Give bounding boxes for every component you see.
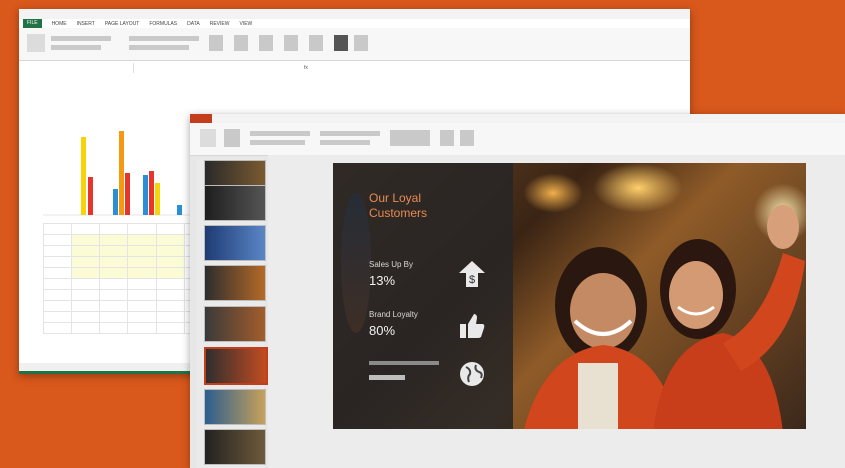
table-row [42, 278, 214, 290]
stat-label-loyalty: Brand Loyalty [369, 310, 418, 319]
wrap-merge-buttons[interactable] [129, 45, 189, 50]
format-table-icon[interactable] [259, 35, 273, 51]
column-chart[interactable] [43, 127, 213, 217]
stat-label-global [369, 361, 439, 365]
cell-styles-icon[interactable] [284, 35, 298, 51]
shapes-gallery[interactable] [390, 130, 430, 146]
slide-thumbnail[interactable] [204, 225, 266, 261]
chart-bar [113, 189, 118, 215]
table-row [42, 300, 214, 312]
thumbs-up-icon [460, 314, 485, 338]
chart-bar [88, 177, 93, 215]
excel-titlebar [19, 9, 690, 19]
name-box[interactable] [23, 63, 134, 73]
arrange-icon[interactable] [440, 130, 454, 146]
globe-icon [460, 362, 484, 386]
stat-value-global [369, 375, 405, 380]
slide-thumbnail[interactable] [204, 306, 266, 342]
data-table[interactable] [42, 223, 214, 334]
stat-value-loyalty: 80% [369, 323, 396, 338]
stat-label-sales: Sales Up By [369, 260, 414, 269]
chart-bar [81, 137, 86, 215]
powerpoint-window[interactable]: Our Loyal Customers Sales Up By 13% $ Br… [190, 114, 845, 468]
paragraph-buttons[interactable] [320, 131, 380, 136]
table-row [42, 256, 214, 268]
chart-bar [119, 131, 124, 215]
font-format-buttons[interactable] [51, 45, 101, 50]
slide-thumbnail[interactable] [204, 429, 266, 465]
excel-tab-page-layout[interactable]: PAGE LAYOUT [105, 21, 140, 27]
slide-title-line2: Customers [369, 206, 428, 220]
chart-bar [177, 205, 182, 215]
excel-tab-formulas[interactable]: FORMULAS [149, 21, 177, 27]
slide-thumbnail[interactable] [204, 389, 266, 425]
slide[interactable]: Our Loyal Customers Sales Up By 13% $ Br… [333, 163, 806, 429]
ppt-titlebar [190, 114, 845, 123]
svg-text:$: $ [469, 274, 475, 286]
paste-icon[interactable] [27, 34, 45, 52]
excel-ribbon[interactable] [19, 28, 690, 61]
table-row [42, 267, 214, 279]
alignment-buttons[interactable] [320, 140, 370, 145]
font-name-select[interactable] [51, 36, 111, 41]
excel-ribbon-tabs: FILE HOME INSERT PAGE LAYOUT FORMULAS DA… [19, 19, 690, 28]
slide-thumbnail-selected[interactable] [204, 347, 268, 385]
conditional-format-icon[interactable] [234, 35, 248, 51]
chart-bar [125, 173, 130, 215]
table-row [42, 245, 214, 257]
chart-bar [149, 171, 154, 215]
find-select-icon[interactable] [354, 35, 368, 51]
font-format-buttons[interactable] [250, 140, 305, 145]
slide-title[interactable]: Our Loyal Customers [369, 191, 489, 221]
table-row [42, 234, 214, 246]
stat-value-sales: 13% [369, 273, 396, 288]
excel-tab-view[interactable]: VIEW [239, 21, 252, 27]
table-row [42, 322, 214, 334]
quick-styles-icon[interactable] [460, 130, 474, 146]
slide-thumbnail[interactable] [204, 185, 266, 221]
ppt-tab-file[interactable] [190, 114, 212, 123]
excel-tab-file[interactable]: FILE [23, 19, 42, 28]
info-panel: Our Loyal Customers Sales Up By 13% $ Br… [333, 163, 513, 429]
slide-thumbnail-pane[interactable] [196, 159, 268, 468]
new-slide-icon[interactable] [224, 129, 240, 147]
chart-bar [143, 175, 148, 215]
table-row [42, 223, 214, 235]
slide-title-line1: Our Loyal [369, 191, 422, 205]
excel-tab-data[interactable]: DATA [187, 21, 200, 27]
formula-bar[interactable]: fx [19, 61, 690, 76]
font-name-select[interactable] [250, 131, 310, 136]
ppt-ribbon[interactable] [190, 123, 845, 156]
dollar-up-arrow-icon: $ [459, 261, 485, 287]
alignment-buttons[interactable] [129, 36, 199, 41]
excel-tab-review[interactable]: REVIEW [210, 21, 230, 27]
fx-icon: fx [304, 65, 308, 71]
paste-icon[interactable] [200, 129, 216, 147]
table-row [42, 289, 214, 301]
number-format-icon[interactable] [209, 35, 223, 51]
insert-cells-icon[interactable] [309, 35, 323, 51]
excel-tab-home[interactable]: HOME [52, 21, 67, 27]
photo-friends-selfie [524, 205, 805, 429]
chart-bar [155, 183, 160, 215]
slide-thumbnail[interactable] [204, 265, 266, 301]
table-row [42, 311, 214, 323]
sort-filter-icon[interactable] [334, 35, 348, 51]
excel-tab-insert[interactable]: INSERT [77, 21, 95, 27]
